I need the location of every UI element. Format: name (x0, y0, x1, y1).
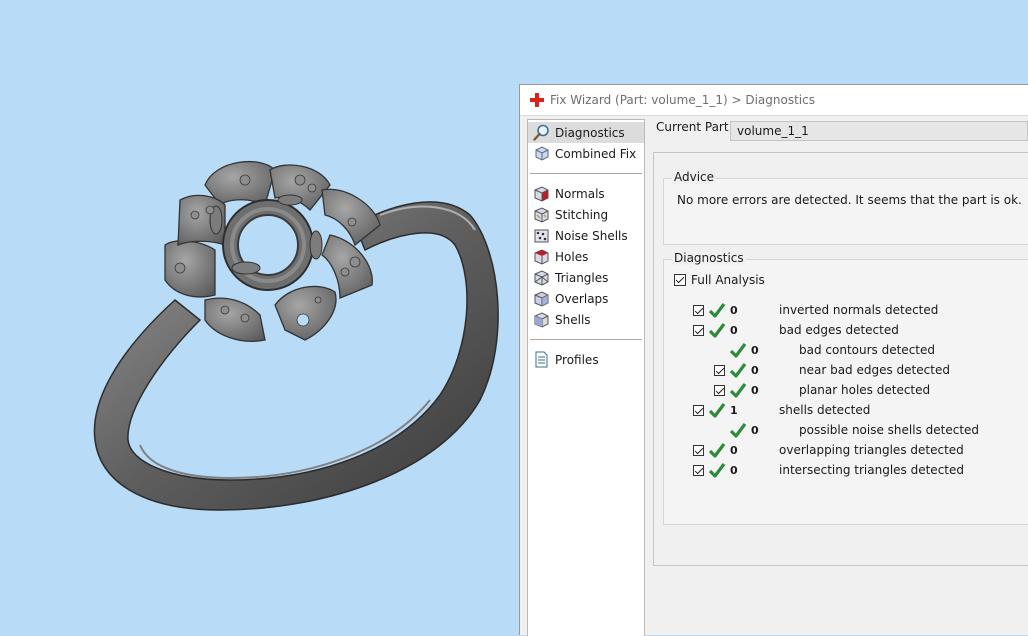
diag-row-shells: 1 shells detected (693, 401, 870, 419)
green-check-icon (729, 342, 747, 358)
profiles-document-icon (535, 351, 548, 368)
row-count: 0 (730, 303, 738, 317)
row-checkbox[interactable] (714, 384, 725, 396)
row-checkbox[interactable] (693, 304, 704, 316)
advice-legend: Advice (672, 170, 717, 184)
row-count: 0 (751, 363, 759, 377)
green-check-icon (708, 302, 726, 318)
nav-label: Combined Fix (555, 146, 637, 161)
row-checkbox[interactable] (693, 464, 704, 476)
nav-item-combined-fix[interactable]: Combined Fix (528, 143, 644, 164)
row-checkbox[interactable] (693, 404, 704, 416)
noise-shells-icon (534, 229, 549, 243)
row-label: intersecting triangles detected (779, 463, 964, 477)
diagnostics-panel: Advice No more errors are detected. It s… (653, 152, 1028, 566)
nav-item-triangles[interactable]: Triangles (528, 267, 644, 288)
row-count: 0 (730, 463, 738, 477)
row-label: near bad edges detected (799, 363, 950, 377)
row-count: 1 (730, 403, 738, 417)
dialog-titlebar[interactable]: Fix Wizard (Part: volume_1_1) > Diagnost… (520, 85, 1028, 116)
diag-row-bad-edges: 0 bad edges detected (693, 321, 899, 339)
diag-row-overlapping-triangles: 0 overlapping triangles detected (693, 441, 964, 459)
row-count: 0 (751, 383, 759, 397)
green-check-icon (729, 382, 747, 398)
current-part-label: Current Part: (656, 120, 733, 134)
row-label: overlapping triangles detected (779, 443, 964, 457)
full-analysis-row[interactable]: Full Analysis (674, 271, 765, 289)
ring-model (93, 160, 499, 511)
nav-label: Stitching (555, 207, 609, 222)
full-analysis-checkbox[interactable] (674, 274, 686, 286)
normals-cube-icon (534, 186, 549, 202)
current-part-field[interactable]: volume_1_1 (730, 121, 1028, 141)
row-count: 0 (730, 443, 738, 457)
nav-item-shells[interactable]: Shells (528, 309, 644, 330)
nav-label: Triangles (555, 270, 609, 285)
nav-label: Normals (555, 186, 605, 201)
row-count: 0 (751, 423, 759, 437)
combined-fix-icon (535, 146, 549, 161)
diag-row-inverted-normals: 0 inverted normals detected (693, 301, 938, 319)
nav-label: Profiles (555, 352, 599, 367)
wizard-nav: Diagnostics Combined Fix Normals Stitchi… (527, 119, 645, 636)
shells-cube-icon (534, 312, 549, 328)
full-analysis-label: Full Analysis (691, 273, 765, 287)
dialog-title: Fix Wizard (Part: volume_1_1) > Diagnost… (550, 93, 815, 107)
row-checkbox[interactable] (693, 324, 704, 336)
advice-group: Advice No more errors are detected. It s… (663, 170, 1028, 245)
row-label: inverted normals detected (779, 303, 939, 317)
nav-item-diagnostics[interactable]: Diagnostics (528, 122, 644, 143)
diag-row-near-bad-edges: 0 near bad edges detected (714, 361, 950, 379)
nav-item-holes[interactable]: Holes (528, 246, 644, 267)
row-label: bad contours detected (799, 343, 935, 357)
green-check-icon (708, 402, 726, 418)
diag-row-planar-holes: 0 planar holes detected (714, 381, 930, 399)
row-label: possible noise shells detected (799, 423, 980, 437)
nav-label: Noise Shells (555, 228, 628, 243)
diag-row-intersecting-triangles: 0 intersecting triangles detected (693, 461, 964, 479)
diag-row-noise-shells: 0 possible noise shells detected (729, 421, 979, 439)
magnifier-icon (533, 124, 549, 141)
nav-label: Shells (555, 312, 591, 327)
row-count: 0 (751, 343, 759, 357)
row-checkbox[interactable] (714, 364, 725, 376)
nav-label: Holes (555, 249, 589, 264)
3d-viewport[interactable] (0, 0, 520, 635)
nav-label: Diagnostics (555, 125, 625, 140)
row-checkbox[interactable] (693, 444, 704, 456)
holes-cube-icon (534, 249, 549, 265)
green-check-icon (729, 422, 747, 438)
nav-item-stitching[interactable]: Stitching (528, 204, 644, 225)
nav-item-profiles[interactable]: Profiles (528, 349, 644, 370)
wizard-content: Current Part: volume_1_1 Advice No more … (653, 119, 1028, 635)
green-check-icon (708, 442, 726, 458)
nav-item-noise-shells[interactable]: Noise Shells (528, 225, 644, 246)
stitching-cube-icon (534, 207, 549, 223)
green-check-icon (708, 462, 726, 478)
diagnostics-group: Diagnostics Full Analysis 0 inverted nor… (663, 251, 1028, 525)
diag-row-bad-contours: 0 bad contours detected (729, 341, 935, 359)
app-cross-icon (530, 93, 544, 107)
overlaps-cube-icon (534, 291, 549, 307)
nav-item-overlaps[interactable]: Overlaps (528, 288, 644, 309)
row-label: shells detected (779, 403, 871, 417)
advice-text: No more errors are detected. It seems th… (677, 193, 1022, 207)
row-label: bad edges detected (779, 323, 899, 337)
triangles-cube-icon (534, 270, 549, 286)
fix-wizard-dialog: Fix Wizard (Part: volume_1_1) > Diagnost… (519, 84, 1028, 636)
row-label: planar holes detected (799, 383, 931, 397)
green-check-icon (708, 322, 726, 338)
green-check-icon (729, 362, 747, 378)
nav-label: Overlaps (555, 291, 609, 306)
nav-item-normals[interactable]: Normals (528, 183, 644, 204)
row-count: 0 (730, 323, 738, 337)
diagnostics-legend: Diagnostics (672, 251, 746, 265)
